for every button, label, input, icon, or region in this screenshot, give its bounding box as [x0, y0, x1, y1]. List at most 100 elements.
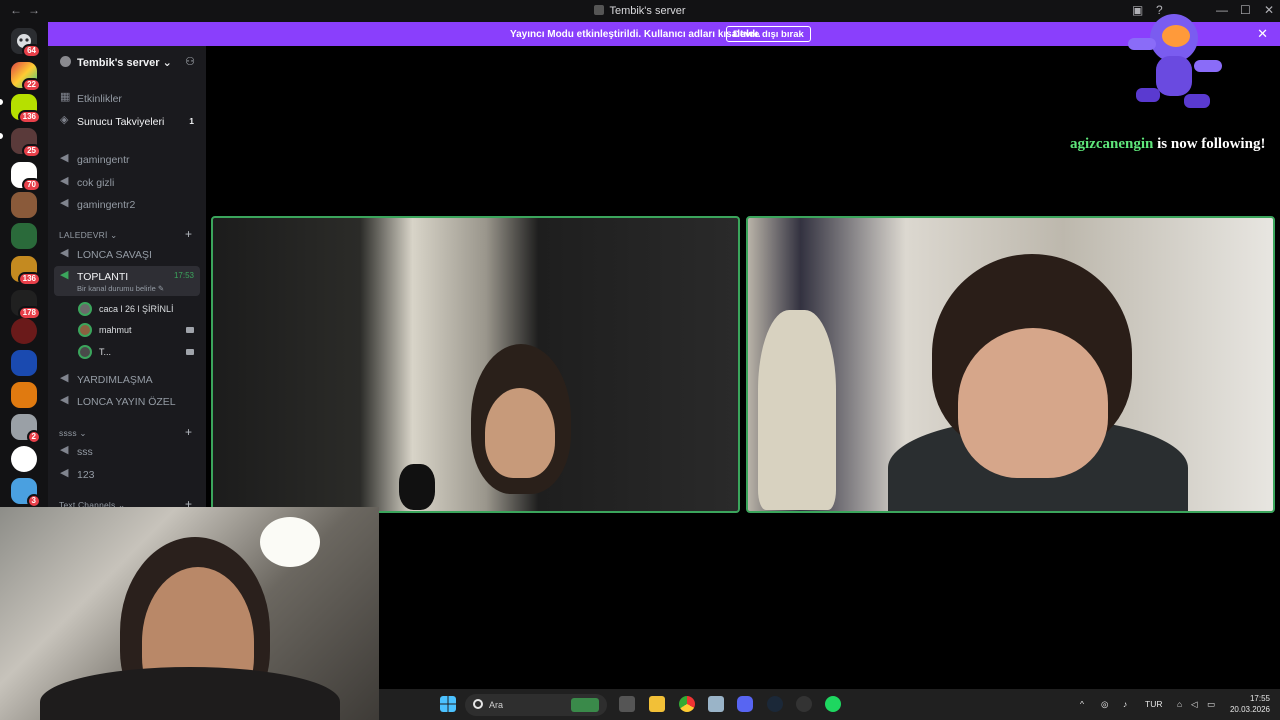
unread-pill	[0, 133, 3, 139]
language-indicator[interactable]: TUR	[1145, 699, 1162, 709]
avatar	[78, 323, 92, 337]
participant-face	[958, 328, 1108, 478]
channel-name: sss	[77, 446, 93, 458]
server-icon-6[interactable]	[11, 223, 37, 249]
channel-name: TOPLANTI	[77, 271, 129, 283]
window-titlebar: ← → Tembik's server ▣ ? — ☐ ✕	[0, 0, 1280, 22]
maximize-button[interactable]: ☐	[1240, 3, 1251, 17]
server-icon-7[interactable]: 136	[11, 256, 41, 286]
add-channel-icon[interactable]: +	[185, 425, 192, 439]
server-icon	[594, 5, 605, 15]
server-icon-9[interactable]	[11, 318, 37, 344]
sidebar-item-label: Etkinlikler	[77, 93, 122, 105]
speaker-icon: ◀	[60, 444, 69, 456]
voice-channel[interactable]: ◀ cok gizli	[54, 172, 200, 192]
sidebar-item-events[interactable]: ▦ Etkinlikler	[54, 88, 200, 108]
app-icon[interactable]	[708, 696, 724, 712]
wifi-icon[interactable]: ⌂	[1177, 699, 1182, 709]
windows-start-icon[interactable]	[440, 696, 456, 712]
channel-sidebar: Tembik's server ⌄ ⚇ ▦ Etkinlikler ◈ Sunu…	[48, 46, 206, 511]
speaker-icon: ◀	[60, 247, 69, 259]
category-label: LALEDEVRİ ⌄	[59, 230, 118, 240]
rail-badge: 136	[17, 110, 41, 124]
close-button[interactable]: ✕	[1264, 3, 1274, 17]
add-channel-icon[interactable]: +	[185, 227, 192, 241]
channel-name: gamingentr2	[77, 199, 136, 211]
follow-alert: agizcanengin is now following!	[1070, 136, 1265, 153]
discord-taskbar-icon[interactable]	[737, 696, 753, 712]
voice-channel[interactable]: ◀ LONCA YAYIN ÖZEL	[54, 391, 200, 411]
volume-icon[interactable]: ◁	[1191, 699, 1198, 710]
voice-channel[interactable]: ◀ YARDIMLAŞMA	[54, 369, 200, 389]
video-tile-1[interactable]	[211, 216, 740, 513]
spotify-icon[interactable]	[825, 696, 841, 712]
sidebar-item-server-boosts[interactable]: ◈ Sunucu Takviyeleri 1	[54, 111, 200, 131]
server-icon-1[interactable]: 22	[11, 62, 41, 92]
task-view-icon[interactable]	[619, 696, 635, 712]
window-title-text: Tembik's server	[609, 5, 686, 17]
rail-badge: 22	[22, 78, 41, 92]
calendar-icon: ▦	[60, 91, 71, 103]
server-name: Tembik's server ⌄	[77, 57, 172, 69]
voice-user[interactable]: caca l 26 l ŞİRİNLİ	[78, 299, 200, 319]
self-camera-overlay	[0, 507, 379, 720]
unread-pill	[0, 99, 3, 105]
battery-icon[interactable]: ▭	[1207, 699, 1215, 710]
voice-channel[interactable]: ◀ LONCA SAVAŞI	[54, 244, 200, 264]
server-icon-12[interactable]: 2	[11, 414, 41, 444]
category-label: ssss ⌄	[59, 428, 87, 438]
voice-channel-active[interactable]: ◀ TOPLANTI 17:53 Bir kanal durumu belirl…	[54, 266, 200, 296]
channel-name: YARDIMLAŞMA	[77, 374, 153, 386]
follow-message: is now following!	[1153, 136, 1266, 152]
clock-date: 20.03.2026	[1229, 705, 1270, 714]
network-icon[interactable]: ◎	[1101, 699, 1108, 710]
video-tile-2[interactable]	[746, 216, 1275, 513]
invite-people-icon[interactable]: ⚇	[185, 55, 195, 68]
microphone-icon[interactable]: ♪	[1123, 699, 1127, 709]
category-laledevri[interactable]: LALEDEVRİ ⌄ +	[59, 227, 192, 241]
disable-streamer-mode-button[interactable]: Devre dışı bırak	[726, 26, 811, 42]
taskbar-search[interactable]: Ara	[465, 694, 607, 716]
speaker-icon: ◀	[60, 152, 69, 164]
rail-badge: 70	[22, 178, 41, 192]
server-icon-3[interactable]: 25	[11, 128, 41, 158]
clock-time: 17:55	[1249, 694, 1270, 703]
voice-channel[interactable]: ◀ 123	[54, 464, 200, 484]
steam-icon[interactable]	[767, 696, 783, 712]
speaker-icon: ◀	[60, 372, 69, 384]
camera-icon	[186, 327, 194, 333]
astronaut-mascot-icon	[1128, 14, 1222, 108]
taskbar-clock[interactable]: 17:55 20.03.2026	[1230, 693, 1270, 715]
speaker-icon: ◀	[60, 394, 69, 406]
server-icon-5[interactable]	[11, 192, 37, 218]
boost-count: 1	[189, 116, 194, 126]
file-explorer-icon[interactable]	[649, 696, 665, 712]
server-rail: 64 22 136 25 70 136 178 2 3	[0, 22, 48, 508]
server-icon-14[interactable]: 3	[11, 478, 41, 508]
voice-channel[interactable]: ◀ gamingentr2	[54, 194, 200, 214]
channel-status-prompt[interactable]: Bir kanal durumu belirle ✎	[77, 284, 164, 293]
obs-icon[interactable]	[796, 696, 812, 712]
server-icon-8[interactable]: 178	[11, 290, 41, 320]
tray-overflow-icon[interactable]: ^	[1080, 699, 1084, 709]
category-ssss[interactable]: ssss ⌄ +	[59, 425, 192, 439]
server-header[interactable]: Tembik's server ⌄ ⚇	[48, 46, 206, 78]
banner-close-icon[interactable]: ✕	[1257, 26, 1268, 42]
server-icon-11[interactable]	[11, 382, 37, 408]
voice-channel[interactable]: ◀ sss	[54, 441, 200, 461]
voice-user[interactable]: T...	[78, 342, 200, 362]
voice-channel[interactable]: ◀ gamingentr	[54, 149, 200, 169]
rail-badge: 25	[22, 144, 41, 158]
voice-user[interactable]: mahmut	[78, 320, 200, 340]
server-icon-10[interactable]	[11, 350, 37, 376]
user-name: caca l 26 l ŞİRİNLİ	[99, 304, 174, 314]
direct-messages-icon[interactable]: 64	[11, 28, 41, 58]
server-icon-13[interactable]	[11, 446, 37, 472]
speaker-icon: ◀	[60, 175, 69, 187]
user-name: mahmut	[99, 325, 132, 335]
chrome-icon[interactable]	[679, 696, 695, 712]
speaker-icon: ◀	[60, 197, 69, 209]
server-icon-4[interactable]: 70	[11, 162, 41, 192]
rail-badge: 64	[22, 44, 41, 58]
server-icon-2[interactable]: 136	[11, 94, 41, 124]
